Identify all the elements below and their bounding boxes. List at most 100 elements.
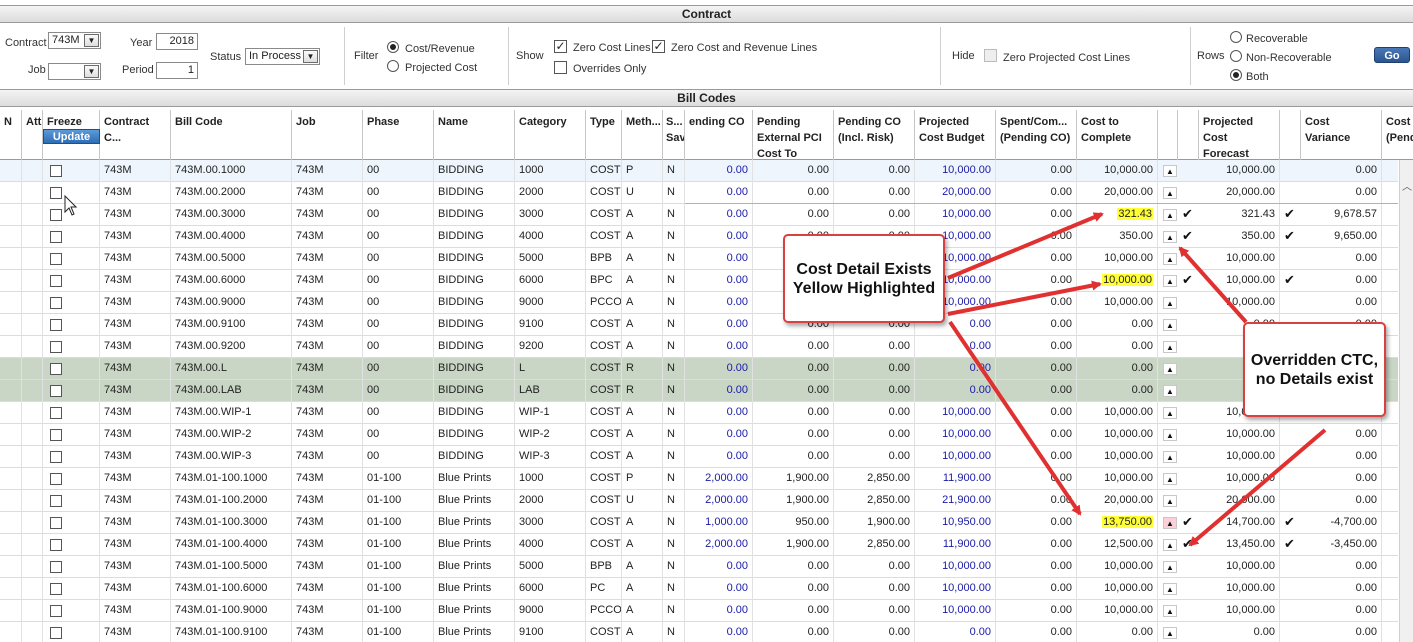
filter-projected-cost-radio[interactable]: [387, 60, 399, 72]
freeze-checkbox[interactable]: [50, 429, 62, 441]
freeze-checkbox[interactable]: [50, 495, 62, 507]
cell-ctc[interactable]: 12,500.00: [1077, 534, 1158, 556]
col-header-projected-cost-forecast[interactable]: Projected Cost Forecast: [1199, 110, 1280, 160]
cell-bill[interactable]: 743M.00.1000: [171, 160, 292, 182]
cell-ctc[interactable]: 0.00: [1077, 336, 1158, 358]
table-row[interactable]: 743M 743M.00.LAB 743M 00 BIDDING LAB COST R N 0.0…: [0, 380, 1398, 402]
cell-ctc[interactable]: 10,000.00: [1077, 600, 1158, 622]
ctc-override-toggle-icon[interactable]: ▲: [1163, 473, 1177, 485]
year-input[interactable]: 2018: [156, 33, 198, 50]
cell-bill[interactable]: 743M.01-100.6000: [171, 578, 292, 600]
freeze-checkbox[interactable]: [50, 517, 62, 529]
cell-bill[interactable]: 743M.00.L: [171, 358, 292, 380]
cell-bill[interactable]: 743M.00.3000: [171, 204, 292, 226]
cell-ctc[interactable]: 10,000.00: [1077, 292, 1158, 314]
table-row[interactable]: 743M 743M.00.2000 743M 00 BIDDING 2000 COST U N 0…: [0, 182, 1398, 204]
table-row[interactable]: 743M 743M.00.1000 743M 00 BIDDING 1000 COST P N 0…: [0, 160, 1398, 182]
ctc-override-toggle-icon[interactable]: ▲: [1163, 253, 1177, 265]
freeze-checkbox[interactable]: [50, 319, 62, 331]
ctc-override-toggle-icon[interactable]: ▲: [1163, 407, 1177, 419]
cell-ctc[interactable]: 10,000.00: [1077, 468, 1158, 490]
rows-non-recoverable-radio[interactable]: [1230, 50, 1242, 62]
cell-bill[interactable]: 743M.00.2000: [171, 182, 292, 204]
cell-ctc[interactable]: 10,000.00: [1077, 270, 1158, 292]
freeze-checkbox[interactable]: [50, 583, 62, 595]
job-select[interactable]: ▼: [48, 63, 101, 80]
cell-bill[interactable]: 743M.00.WIP-1: [171, 402, 292, 424]
cell-bill[interactable]: 743M.00.6000: [171, 270, 292, 292]
table-row[interactable]: 743M 743M.00.WIP-2 743M 00 BIDDING WIP-2 COST A…: [0, 424, 1398, 446]
table-row[interactable]: 743M 743M.01-100.9100 743M 01-100 Blue Print…: [0, 622, 1398, 642]
freeze-checkbox[interactable]: [50, 209, 62, 221]
col-header-phase[interactable]: Phase: [363, 110, 434, 160]
ctc-override-toggle-icon[interactable]: ▲: [1163, 517, 1177, 529]
ctc-override-toggle-icon[interactable]: ▲: [1163, 429, 1177, 441]
table-row[interactable]: 743M 743M.01-100.9000 743M 01-100 Blue Print…: [0, 600, 1398, 622]
ctc-override-toggle-icon[interactable]: ▲: [1163, 363, 1177, 375]
col-header-contract[interactable]: Contract C...: [100, 110, 171, 160]
rows-both-radio[interactable]: [1230, 69, 1242, 81]
period-input[interactable]: 1: [156, 62, 198, 79]
ctc-override-toggle-icon[interactable]: ▲: [1163, 385, 1177, 397]
col-header-pending-co[interactable]: ending CO: [685, 110, 753, 160]
contract-select[interactable]: 743M ▼: [48, 32, 101, 49]
cell-bill[interactable]: 743M.00.WIP-2: [171, 424, 292, 446]
col-header-job[interactable]: Job: [292, 110, 363, 160]
chevron-up-icon[interactable]: ︿: [1402, 178, 1412, 193]
cell-bill[interactable]: 743M.00.WIP-3: [171, 446, 292, 468]
col-header-cost-pending[interactable]: Cost (Pend: [1382, 110, 1413, 160]
cell-ctc[interactable]: 10,000.00: [1077, 424, 1158, 446]
cell-ctc[interactable]: 13,750.00: [1077, 512, 1158, 534]
col-header-att[interactable]: Att: [22, 110, 43, 160]
cell-ctc[interactable]: 20,000.00: [1077, 182, 1158, 204]
cell-bill[interactable]: 743M.01-100.2000: [171, 490, 292, 512]
ctc-override-toggle-icon[interactable]: ▲: [1163, 165, 1177, 177]
zero-cost-lines-checkbox[interactable]: ✓: [554, 40, 567, 53]
cell-ctc[interactable]: 10,000.00: [1077, 578, 1158, 600]
cell-bill[interactable]: 743M.01-100.4000: [171, 534, 292, 556]
cell-ctc[interactable]: 10,000.00: [1077, 556, 1158, 578]
freeze-checkbox[interactable]: [50, 231, 62, 243]
ctc-override-toggle-icon[interactable]: ▲: [1163, 495, 1177, 507]
table-row[interactable]: 743M 743M.00.9200 743M 00 BIDDING 9200 COST A N 0…: [0, 336, 1398, 358]
freeze-checkbox[interactable]: [50, 605, 62, 617]
table-row[interactable]: 743M 743M.00.WIP-1 743M 00 BIDDING WIP-1 COST A…: [0, 402, 1398, 424]
freeze-checkbox[interactable]: [50, 385, 62, 397]
table-row[interactable]: 743M 743M.00.3000 743M 00 BIDDING 3000 COST A N 0…: [0, 204, 1398, 226]
cell-bill[interactable]: 743M.01-100.1000: [171, 468, 292, 490]
grid-scrollbar[interactable]: ︿: [1399, 160, 1413, 642]
ctc-override-toggle-icon[interactable]: ▲: [1163, 451, 1177, 463]
ctc-override-toggle-icon[interactable]: ▲: [1163, 231, 1177, 243]
cell-bill[interactable]: 743M.01-100.9000: [171, 600, 292, 622]
cell-bill[interactable]: 743M.00.9100: [171, 314, 292, 336]
filter-cost-revenue-radio[interactable]: [387, 41, 399, 53]
col-header-category[interactable]: Category: [515, 110, 586, 160]
ctc-override-toggle-icon[interactable]: ▲: [1163, 319, 1177, 331]
overrides-only-checkbox[interactable]: [554, 61, 567, 74]
col-header-cost-to-complete[interactable]: Cost to Complete: [1077, 110, 1158, 160]
freeze-update-button[interactable]: Update: [43, 129, 100, 144]
cell-ctc[interactable]: 350.00: [1077, 226, 1158, 248]
cell-bill[interactable]: 743M.01-100.5000: [171, 556, 292, 578]
cell-ctc[interactable]: 0.00: [1077, 622, 1158, 642]
ctc-override-toggle-icon[interactable]: ▲: [1163, 605, 1177, 617]
table-row[interactable]: 743M 743M.01-100.6000 743M 01-100 Blue Print…: [0, 578, 1398, 600]
col-header-n[interactable]: N: [0, 110, 22, 160]
table-row[interactable]: 743M 743M.00.4000 743M 00 BIDDING 4000 COST A N 0…: [0, 226, 1398, 248]
col-header-spent-committed[interactable]: Spent/Com... (Pending CO): [996, 110, 1077, 160]
freeze-checkbox[interactable]: [50, 407, 62, 419]
zero-projected-cost-lines-checkbox[interactable]: [984, 49, 997, 62]
cell-ctc[interactable]: 0.00: [1077, 314, 1158, 336]
col-header-pending-external-pci[interactable]: Pending External PCI Cost To Comple: [753, 110, 834, 160]
cell-bill[interactable]: 743M.01-100.9100: [171, 622, 292, 642]
table-row[interactable]: 743M 743M.00.9100 743M 00 BIDDING 9100 COST A N 0…: [0, 314, 1398, 336]
table-row[interactable]: 743M 743M.01-100.1000 743M 01-100 Blue Print…: [0, 468, 1398, 490]
table-row[interactable]: 743M 743M.00.5000 743M 00 BIDDING 5000 BPB A N 0.…: [0, 248, 1398, 270]
freeze-checkbox[interactable]: [50, 187, 62, 199]
cell-ctc[interactable]: 321.43: [1077, 204, 1158, 226]
zero-cost-revenue-lines-checkbox[interactable]: ✓: [652, 40, 665, 53]
cell-bill[interactable]: 743M.00.9000: [171, 292, 292, 314]
cell-bill[interactable]: 743M.00.4000: [171, 226, 292, 248]
table-row[interactable]: 743M 743M.00.6000 743M 00 BIDDING 6000 BPC A N 0.…: [0, 270, 1398, 292]
cell-bill[interactable]: 743M.01-100.3000: [171, 512, 292, 534]
